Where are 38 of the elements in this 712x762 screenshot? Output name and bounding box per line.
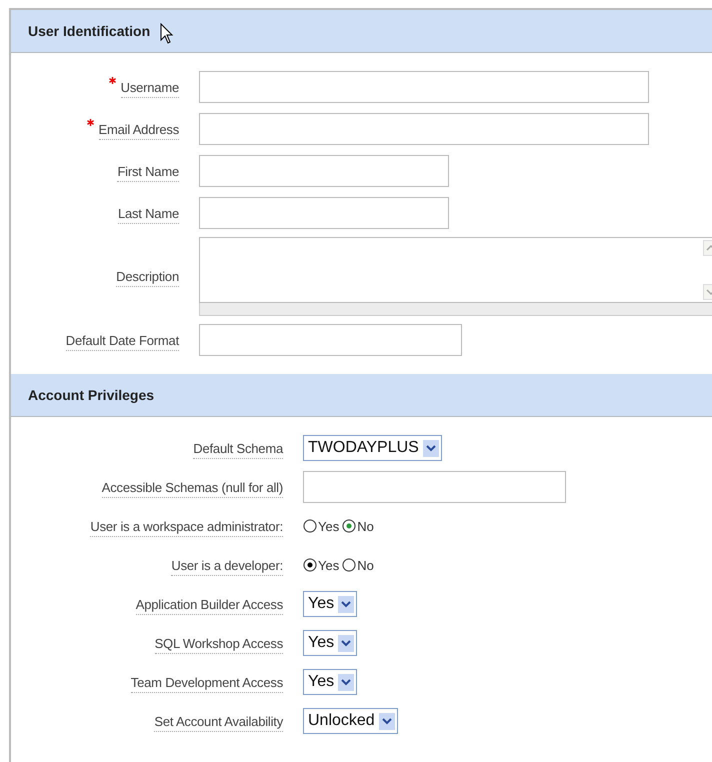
text-field[interactable] (199, 71, 649, 103)
dropdown[interactable]: Yes (303, 669, 358, 695)
dropdown[interactable]: Yes (303, 630, 358, 656)
field-label: Description (116, 269, 179, 287)
text-field[interactable] (199, 113, 649, 145)
field-label: Default Schema (193, 440, 283, 458)
text-field[interactable] (199, 155, 449, 187)
radio-button[interactable] (303, 558, 317, 572)
radio-button[interactable] (303, 519, 317, 533)
description-field[interactable] (199, 237, 712, 316)
radio-label: No (357, 518, 374, 534)
section-title: User Identification (28, 23, 150, 39)
field-label: First Name (117, 164, 179, 182)
radio-label: Yes (318, 558, 340, 572)
dropdown[interactable]: Yes (303, 591, 358, 617)
field-label: Username (120, 80, 179, 98)
field-label: User is a developer: (171, 558, 283, 576)
resize-handle[interactable] (199, 303, 712, 316)
text-field[interactable] (303, 471, 566, 503)
field-label: Application Builder Access (136, 596, 283, 614)
field-label: Default Date Format (66, 332, 179, 350)
dropdown[interactable]: TWODAYPLUS (303, 435, 442, 461)
field-label: Last Name (118, 206, 179, 224)
mouse-pointer-icon (160, 23, 174, 45)
text-field[interactable] (199, 324, 462, 356)
field-label: Accessible Schemas (null for all) (102, 480, 283, 498)
field-label: Set Account Availability (154, 714, 283, 732)
dropdown[interactable]: Unlocked (303, 708, 398, 734)
radio-button[interactable] (342, 558, 356, 572)
section-title: Account Privileges (28, 387, 154, 403)
radio-button[interactable] (342, 519, 356, 533)
text-field[interactable] (199, 197, 449, 229)
field-label: Team Development Access (130, 674, 283, 692)
field-label: Email Address (98, 122, 179, 140)
field-label: SQL Workshop Access (154, 636, 283, 654)
radio-label: Yes (318, 518, 340, 534)
field-label: User is a workspace administrator: (90, 518, 283, 536)
radio-label: No (357, 558, 374, 572)
